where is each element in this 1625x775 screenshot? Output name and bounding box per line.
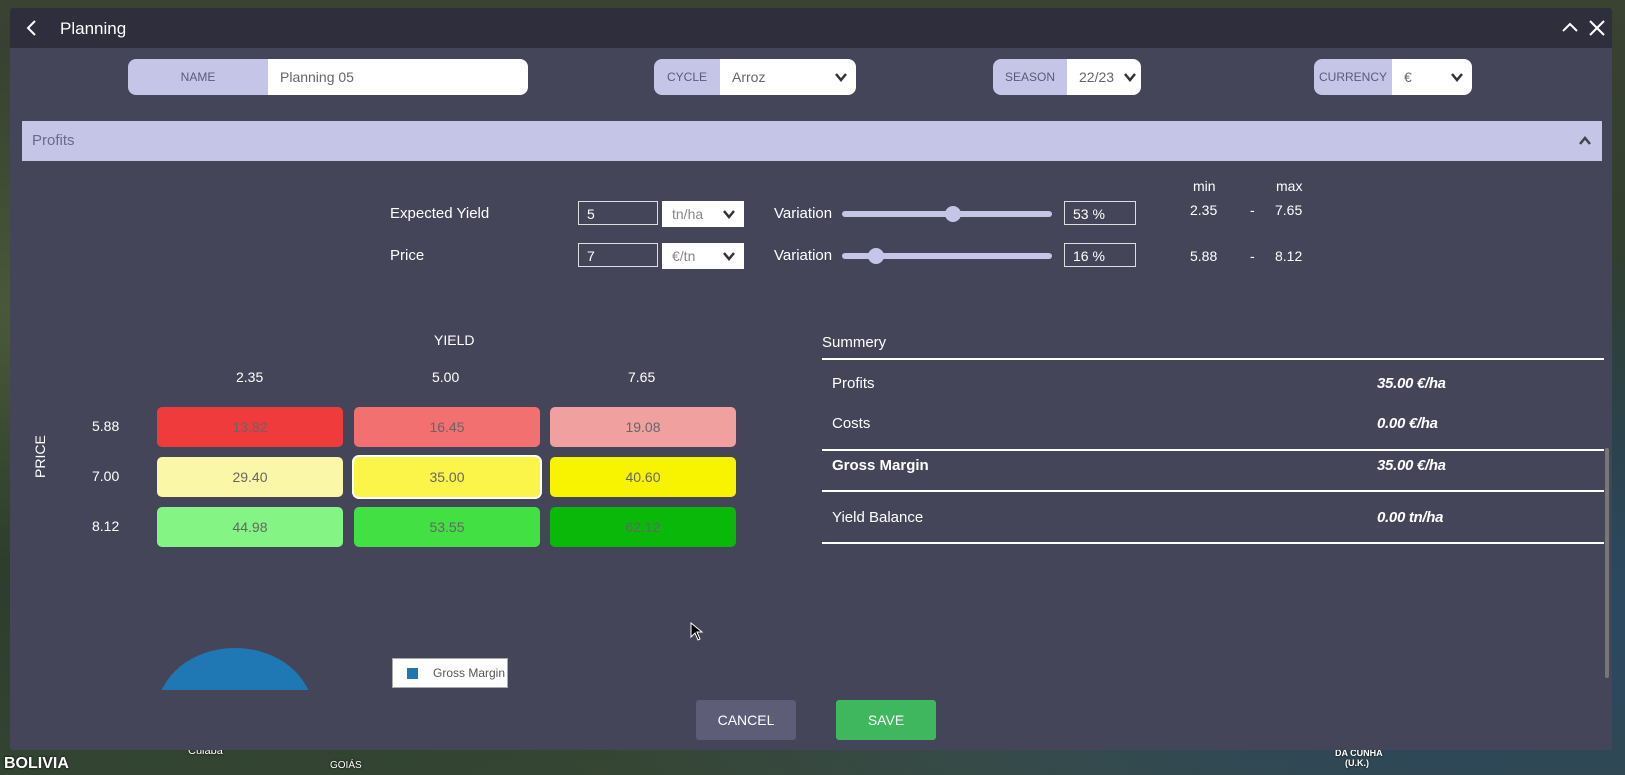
currency-label: CURRENCY [1314,59,1392,95]
yield-max-value: 7.65 [1275,202,1303,218]
matrix-cell: 29.40 [157,457,343,497]
price-header: 8.12 [92,518,120,534]
cycle-label: CYCLE [654,59,720,95]
map-label-island-note: (U.K.) [1345,758,1369,768]
matrix-cell: 53.55 [354,507,540,547]
scrollbar[interactable] [1605,448,1609,678]
chevron-up-icon[interactable] [1560,18,1580,38]
map-label-state: GOIÁS [330,760,362,771]
price-range-dash: - [1250,248,1255,264]
cycle-value: Arroz [732,69,766,85]
chevron-down-icon [835,73,847,82]
min-header: min [1193,178,1216,194]
price-input[interactable]: 7 [578,243,658,267]
matrix-cell: 16.45 [354,407,540,447]
expected-yield-input[interactable]: 5 [578,201,658,225]
summary-divider [822,490,1604,492]
chevron-down-icon [723,252,735,261]
gross-margin-chart-area [161,648,309,690]
profits-section-title: Profits [32,132,75,149]
matrix-cell: 62.12 [550,507,736,547]
chevron-down-icon [1451,73,1463,82]
yield-balance-summary-value: 0.00 tn/ha [1377,509,1444,526]
price-header: 5.88 [92,418,120,434]
map-label-country: BOLIVIA [4,755,69,772]
price-variation-input[interactable]: 16 % [1064,243,1136,267]
price-min-value: 5.88 [1190,248,1218,264]
name-label: NAME [128,59,268,95]
dialog-titlebar: Planning [10,8,1612,48]
summary-divider [822,358,1604,360]
matrix-cell: 13.82 [157,407,343,447]
legend-swatch [407,668,418,679]
profits-section-header[interactable]: Profits [22,121,1602,161]
name-input[interactable]: Planning 05 [268,59,528,95]
season-field-group: SEASON 22/23 [993,59,1141,95]
price-max-value: 8.12 [1275,248,1303,264]
cycle-field-group: CYCLE Arroz [654,59,856,95]
save-button[interactable]: SAVE [836,700,936,740]
gross-margin-chart [161,648,309,690]
costs-summary-value: 0.00 €/ha [1377,415,1438,432]
mouse-cursor-icon [690,622,704,641]
yield-unit-value: tn/ha [672,206,704,222]
price-variation-label: Variation [774,247,833,264]
matrix-cell: 40.60 [550,457,736,497]
chevron-up-icon [1579,136,1591,145]
planning-dialog: Planning NAME Planning 05 CYCLE Arroz SE… [10,8,1612,750]
costs-summary-label: Costs [832,415,871,432]
summary-title: Summery [822,334,887,351]
chevron-down-icon [1124,73,1136,82]
close-icon[interactable] [1587,18,1607,38]
legend-label: Gross Margin [433,666,506,680]
price-header: 7.00 [92,468,120,484]
yield-header: 2.35 [236,369,264,385]
max-header: max [1276,178,1303,194]
currency-field-group: CURRENCY € [1314,59,1472,95]
price-unit-value: €/tn [672,248,696,264]
gross-margin-summary-label: Gross Margin [832,457,929,474]
matrix-cell: 44.98 [157,507,343,547]
cancel-button[interactable]: CANCEL [696,700,796,740]
matrix-cell-selected: 35.00 [354,457,540,497]
summary-row-costs: Costs 0.00 €/ha [822,404,1604,444]
cycle-select[interactable]: Arroz [720,59,856,95]
yield-header: 5.00 [432,369,460,385]
dialog-title: Planning [60,19,127,38]
gross-margin-summary-value: 35.00 €/ha [1377,457,1446,474]
yield-unit-select[interactable]: tn/ha [662,201,744,227]
price-unit-select[interactable]: €/tn [662,243,744,269]
yield-balance-summary-label: Yield Balance [832,509,924,526]
season-label: SEASON [993,59,1067,95]
chevron-down-icon [723,210,735,219]
currency-select[interactable]: € [1392,59,1472,95]
back-arrow-icon[interactable] [22,18,42,38]
profits-summary-label: Profits [832,375,875,392]
summary-divider [822,542,1604,544]
chart-legend: Gross Margin [392,658,508,688]
yield-variation-label: Variation [774,205,833,222]
yield-axis-title: YIELD [434,332,475,348]
yield-variation-input[interactable]: 53 % [1064,201,1136,225]
season-value: 22/23 [1079,69,1115,85]
matrix-cell: 19.08 [550,407,736,447]
profits-summary-value: 35.00 €/ha [1377,375,1446,392]
summary-row-gross-margin: Gross Margin 35.00 €/ha [822,446,1604,486]
price-variation-slider-thumb[interactable] [867,248,884,264]
yield-min-value: 2.35 [1190,202,1218,218]
season-select[interactable]: 22/23 [1067,59,1141,95]
name-field-group: NAME Planning 05 [128,59,528,95]
summary-row-yield-balance: Yield Balance 0.00 tn/ha [822,498,1604,538]
yield-variation-slider-thumb[interactable] [945,206,962,222]
expected-yield-label: Expected Yield [390,205,490,222]
price-axis-title: PRICE [32,435,48,478]
currency-value: € [1404,69,1412,85]
yield-range-dash: - [1250,202,1255,218]
yield-header: 7.65 [628,369,656,385]
price-label: Price [390,247,425,264]
summary-row-profits: Profits 35.00 €/ha [822,364,1604,404]
